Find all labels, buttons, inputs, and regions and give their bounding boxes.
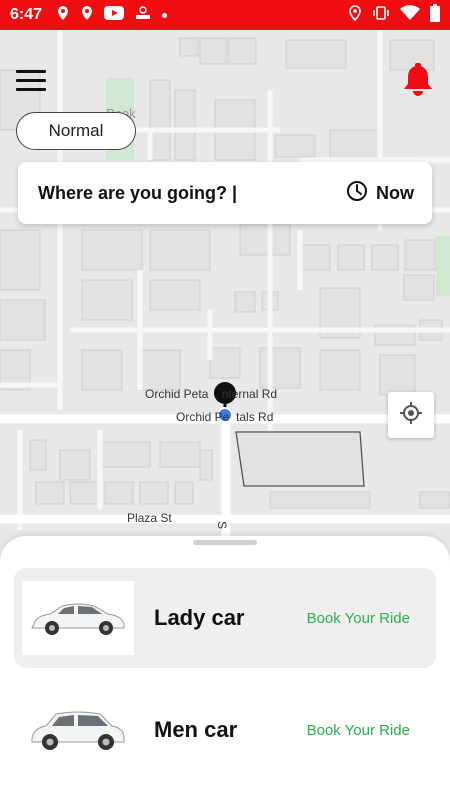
book-your-ride-link[interactable]: Book Your Ride xyxy=(307,722,410,739)
hamburger-menu-icon[interactable] xyxy=(16,70,46,92)
destination-search-input[interactable]: Where are you going? | xyxy=(38,183,237,204)
road-label-s: S xyxy=(215,520,230,530)
clock-icon xyxy=(346,180,368,207)
sedan-car-icon xyxy=(22,581,134,655)
vibrate-icon xyxy=(372,5,390,26)
ride-mode-label: Normal xyxy=(48,121,104,140)
my-location-icon xyxy=(399,401,423,430)
status-time: 6:47 xyxy=(10,6,43,23)
ride-option-name: Lady car xyxy=(154,605,245,630)
sheet-drag-handle[interactable] xyxy=(193,540,257,545)
status-bar: 6:47 xyxy=(0,0,450,30)
road-label-plaza-st: Plaza St xyxy=(127,511,172,525)
ride-mode-toggle[interactable]: Normal xyxy=(16,112,136,150)
road-label-orchid-petals: Orchid Pe tals Rd xyxy=(176,410,274,424)
map-view[interactable]: Orchid Peta nternal Rd Orchid Pe tals Rd… xyxy=(0,30,450,550)
schedule-now-button[interactable]: Now xyxy=(346,180,414,207)
youtube-icon xyxy=(104,5,125,25)
location-pin-icon xyxy=(56,5,70,26)
suv-car-icon xyxy=(22,693,134,767)
book-your-ride-link[interactable]: Book Your Ride xyxy=(307,610,410,627)
map-canvas xyxy=(0,30,450,550)
wifi-icon xyxy=(400,4,420,26)
app-icon xyxy=(134,5,152,26)
road-label-internal: Orchid Peta nternal Rd xyxy=(145,387,278,401)
battery-icon xyxy=(430,3,440,27)
location-pin-icon xyxy=(80,5,94,26)
notification-dot xyxy=(162,12,168,18)
my-location-button[interactable] xyxy=(388,392,434,438)
ride-option-name: Men car xyxy=(154,717,238,742)
destination-search-card[interactable]: Where are you going? | Now xyxy=(18,162,432,224)
location-icon xyxy=(348,4,362,26)
schedule-now-label: Now xyxy=(376,182,414,203)
ride-option-men-car[interactable]: Men car Book Your Ride xyxy=(14,680,436,780)
bell-icon[interactable] xyxy=(402,62,434,98)
ride-option-lady-car[interactable]: Lady car Book Your Ride xyxy=(14,568,436,668)
